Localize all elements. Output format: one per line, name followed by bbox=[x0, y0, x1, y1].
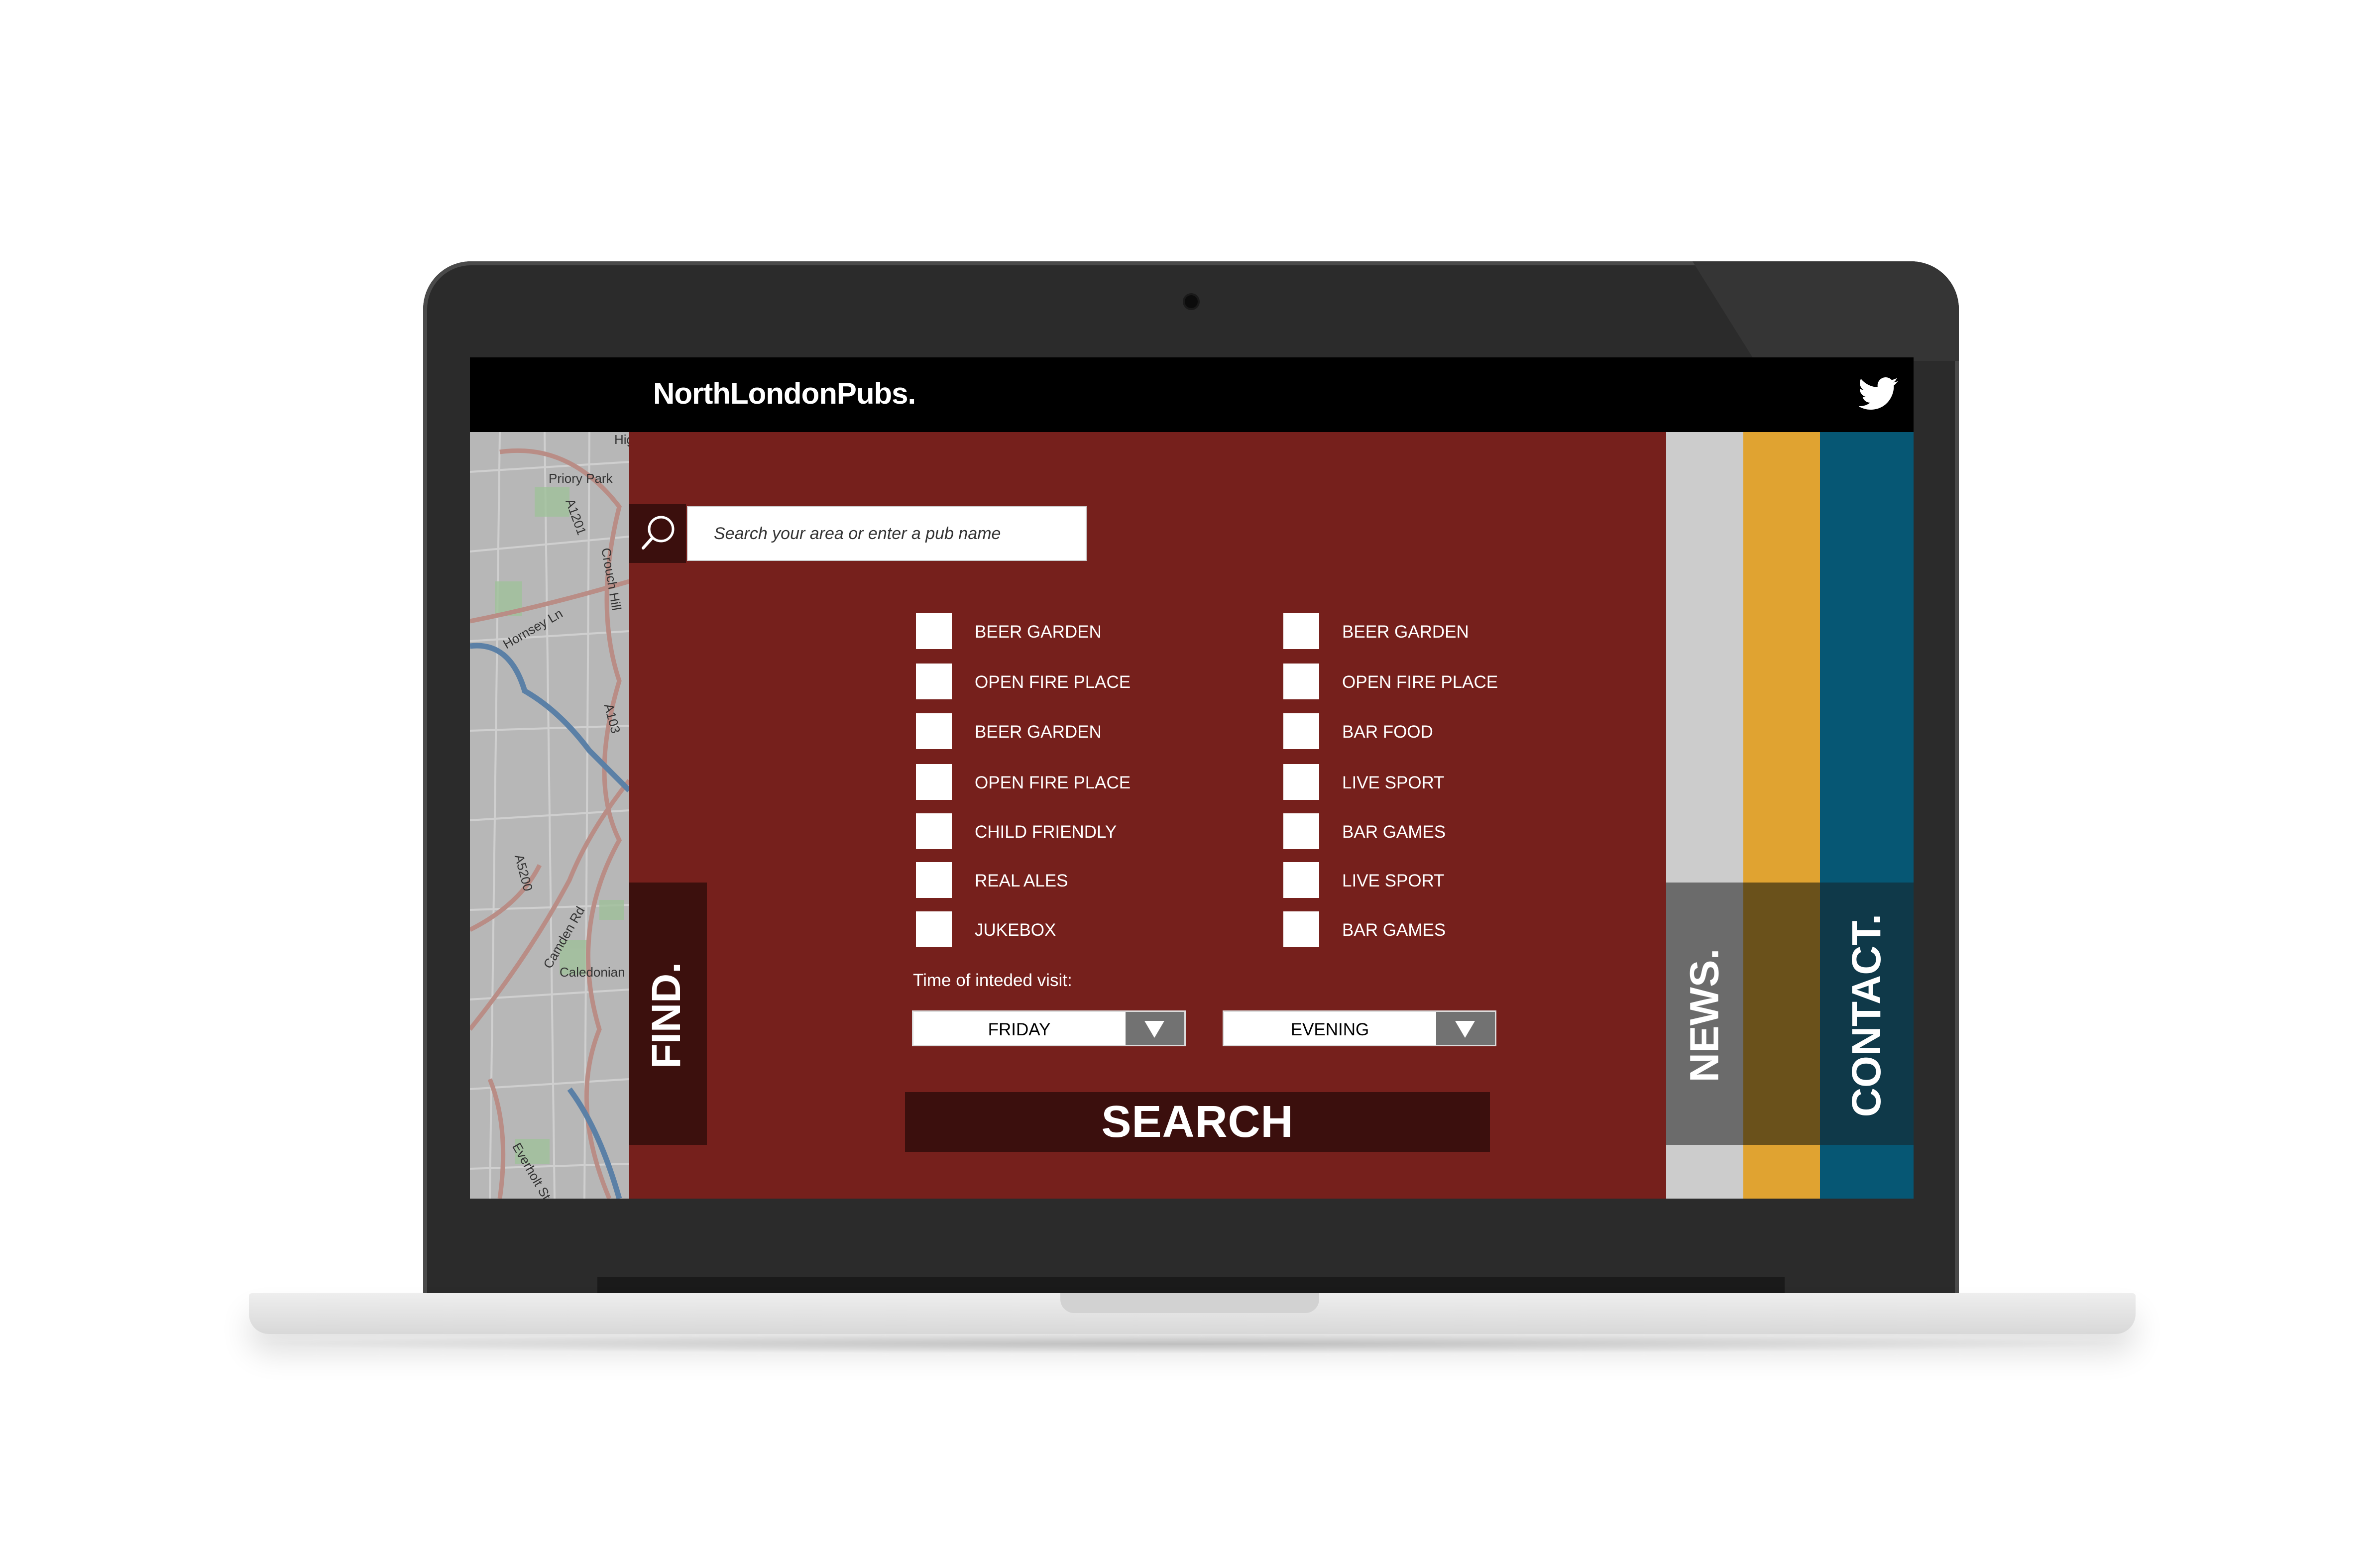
top-navigation-bar: NorthLondonPubs. bbox=[470, 357, 1914, 432]
contact-label: CONTACT. bbox=[1844, 913, 1889, 1117]
checkbox-label: BAR FOOD bbox=[1342, 722, 1433, 742]
day-select[interactable]: FRIDAY bbox=[912, 1010, 1186, 1046]
checkbox[interactable] bbox=[1283, 713, 1319, 749]
time-of-visit-label: Time of inteded visit: bbox=[913, 971, 1072, 990]
map-label: Priory Park bbox=[549, 471, 613, 486]
find-label: FIND. bbox=[644, 962, 689, 1069]
checkbox-label: LIVE SPORT bbox=[1342, 871, 1445, 890]
dropdown-arrow[interactable] bbox=[1126, 1012, 1184, 1045]
laptop-base bbox=[249, 1293, 2136, 1334]
area-map[interactable]: Priory Park Hig A1201 Crouch Hill Hornse… bbox=[470, 432, 629, 1199]
checkbox[interactable] bbox=[916, 813, 952, 849]
search-input[interactable] bbox=[687, 506, 1087, 561]
checkbox-label: JUKEBOX bbox=[975, 920, 1056, 940]
magnifier-icon bbox=[642, 516, 675, 550]
checkbox-label: OPEN FIRE PLACE bbox=[1342, 672, 1498, 692]
checkbox-label: BAR GAMES bbox=[1342, 920, 1446, 940]
checkbox[interactable] bbox=[916, 613, 952, 649]
find-tab[interactable]: FIND. bbox=[629, 883, 707, 1145]
checkbox[interactable] bbox=[1283, 664, 1319, 699]
checkbox[interactable] bbox=[1283, 764, 1319, 800]
checkbox-label: BAR GAMES bbox=[1342, 822, 1446, 842]
checkbox[interactable] bbox=[916, 713, 952, 749]
news-label: NEWS. bbox=[1682, 948, 1727, 1083]
checkbox-label: BEER GARDEN bbox=[1342, 622, 1469, 642]
checkbox[interactable] bbox=[1283, 613, 1319, 649]
site-logo[interactable]: NorthLondonPubs. bbox=[653, 376, 916, 411]
checkbox-label: REAL ALES bbox=[975, 871, 1068, 890]
search-button[interactable]: SEARCH bbox=[905, 1092, 1490, 1152]
triangle-down-icon bbox=[1144, 1021, 1164, 1038]
triangle-down-icon bbox=[1455, 1021, 1475, 1038]
lid-opening-notch bbox=[1060, 1293, 1319, 1313]
map-streets bbox=[470, 432, 629, 1199]
map-label: Hig bbox=[614, 432, 629, 447]
dropdown-arrow[interactable] bbox=[1436, 1012, 1495, 1045]
search-icon-button[interactable] bbox=[629, 504, 686, 563]
orange-tab[interactable] bbox=[1743, 883, 1820, 1145]
checkbox[interactable] bbox=[916, 862, 952, 898]
twitter-bird-icon[interactable] bbox=[1859, 376, 1899, 411]
checkbox-label: OPEN FIRE PLACE bbox=[975, 672, 1131, 692]
webcam-icon bbox=[1185, 295, 1198, 308]
checkbox-label: CHILD FRIENDLY bbox=[975, 822, 1117, 842]
checkbox-label: BEER GARDEN bbox=[975, 722, 1102, 742]
laptop-shadow bbox=[239, 1334, 2146, 1354]
news-tab[interactable]: NEWS. bbox=[1666, 883, 1743, 1145]
day-select-value: FRIDAY bbox=[988, 1020, 1051, 1039]
lid-reflection bbox=[1693, 261, 1959, 361]
checkbox-label: LIVE SPORT bbox=[1342, 773, 1445, 792]
map-label: Caledonian Park bbox=[560, 965, 629, 980]
laptop-screen: NorthLondonPubs. Priory Park Hi A1201 Cr… bbox=[470, 357, 1914, 1199]
checkbox[interactable] bbox=[1283, 813, 1319, 849]
checkbox-label: OPEN FIRE PLACE bbox=[975, 773, 1131, 792]
checkbox[interactable] bbox=[1283, 911, 1319, 947]
contact-tab[interactable]: CONTACT. bbox=[1820, 883, 1914, 1145]
time-select-value: EVENING bbox=[1290, 1020, 1369, 1039]
time-select[interactable]: EVENING bbox=[1223, 1010, 1496, 1046]
checkbox[interactable] bbox=[916, 911, 952, 947]
checkbox-label: BEER GARDEN bbox=[975, 622, 1102, 642]
checkbox[interactable] bbox=[916, 764, 952, 800]
checkbox[interactable] bbox=[916, 664, 952, 699]
checkbox[interactable] bbox=[1283, 862, 1319, 898]
